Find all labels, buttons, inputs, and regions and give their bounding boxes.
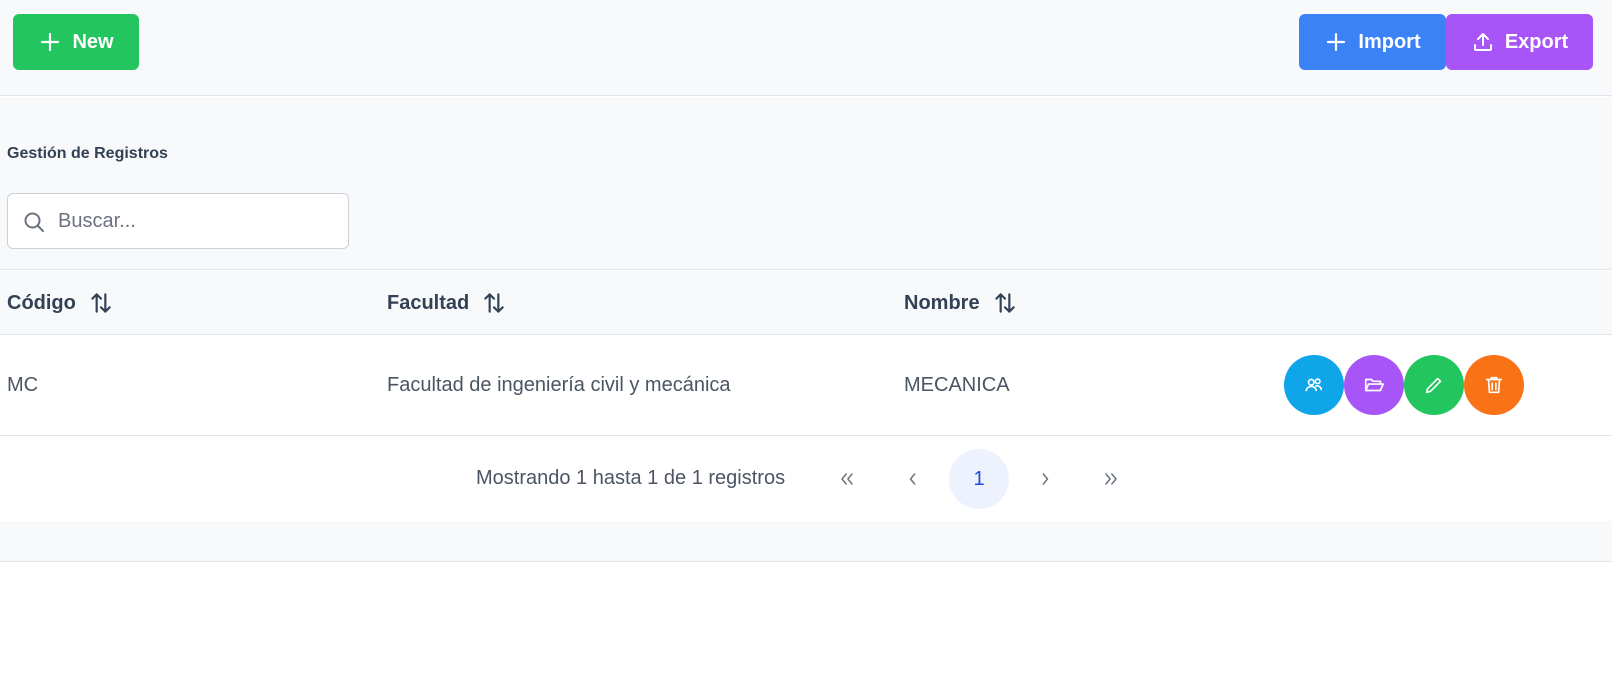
export-button-label: Export (1504, 30, 1569, 53)
plus-icon (41, 32, 60, 52)
chevrons-right-icon (1105, 473, 1117, 485)
chevron-right-icon (1042, 473, 1049, 485)
last-page-button[interactable] (1081, 449, 1141, 509)
delete-button[interactable] (1464, 355, 1524, 415)
sort-icon (91, 293, 111, 313)
users-icon (1305, 378, 1323, 392)
import-button-label: Import (1358, 30, 1421, 53)
page-button-current[interactable]: 1 (949, 449, 1009, 509)
plus-icon (1327, 32, 1346, 52)
table-row[interactable]: MC Facultad de ingeniería civil y mecáni… (0, 335, 1612, 436)
cell-codigo: MC (7, 373, 39, 396)
export-button[interactable]: Export (1446, 14, 1593, 70)
pencil-icon (1425, 377, 1442, 394)
table-header: Código Facultad Nombre (0, 271, 1612, 335)
import-button[interactable]: Import (1299, 14, 1446, 70)
column-header-label: Nombre (904, 291, 980, 314)
trash-icon (1485, 376, 1503, 394)
column-header-codigo[interactable]: Código (7, 271, 114, 335)
next-page-button[interactable] (1015, 449, 1075, 509)
prev-page-button[interactable] (883, 449, 943, 509)
chevrons-left-icon (841, 473, 853, 485)
sort-icon (484, 293, 504, 313)
pagination-summary: Mostrando 1 hasta 1 de 1 registros (476, 467, 786, 489)
edit-button[interactable] (1404, 355, 1464, 415)
first-page-button[interactable] (817, 449, 877, 509)
cell-nombre: MECANICA (904, 373, 1010, 396)
search-box[interactable] (7, 193, 349, 249)
table-footer (0, 521, 1612, 562)
cell-facultad: Facultad de ingeniería civil y mecánica (387, 373, 731, 396)
page-title: Gestión de Registros (7, 145, 168, 162)
column-header-label: Facultad (387, 291, 470, 314)
folder-open-icon (1364, 378, 1384, 392)
table-header-area: Gestión de Registros (0, 97, 1612, 270)
paginator: Mostrando 1 hasta 1 de 1 registros 1 (0, 436, 1612, 521)
new-button-label: New (72, 30, 114, 53)
sort-icon (994, 293, 1015, 313)
column-header-nombre[interactable]: Nombre (904, 271, 1018, 335)
search-icon (24, 212, 44, 232)
toolbar: New Import Export (0, 0, 1612, 96)
upload-icon (1473, 33, 1492, 51)
new-button[interactable]: New (13, 14, 139, 70)
users-button[interactable] (1284, 355, 1344, 415)
column-header-label: Código (7, 291, 76, 314)
search-input[interactable] (58, 194, 338, 248)
chevron-left-icon (909, 473, 916, 485)
folder-button[interactable] (1344, 355, 1404, 415)
column-header-facultad[interactable]: Facultad (387, 271, 507, 335)
